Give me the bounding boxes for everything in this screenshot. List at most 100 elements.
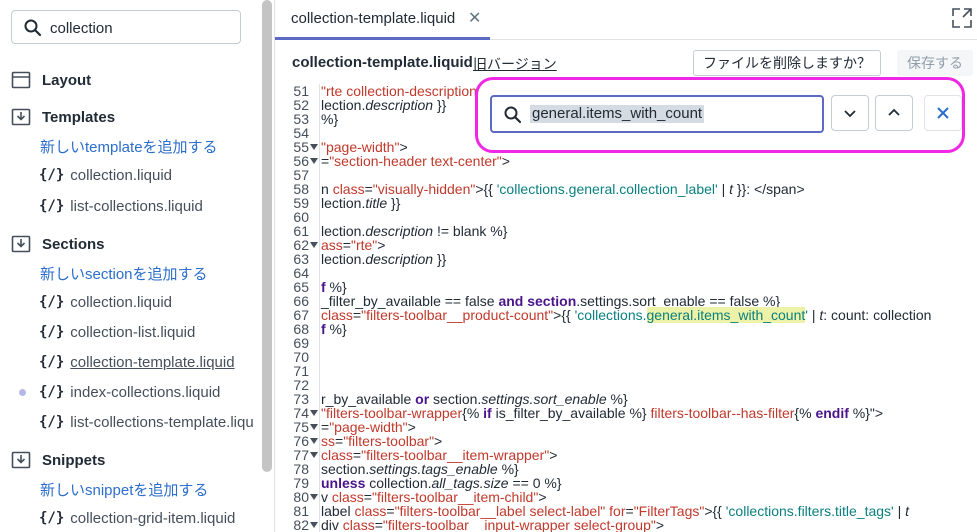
line-number: 82 bbox=[293, 517, 309, 532]
line-number: 54 bbox=[293, 125, 309, 141]
chevron-down-icon bbox=[844, 110, 856, 118]
close-find-button[interactable] bbox=[924, 95, 962, 131]
code-line[interactable]: 79 unless collection.all_tags.size == 0 %… bbox=[275, 476, 977, 490]
sidebar-scrollbar[interactable] bbox=[262, 0, 272, 472]
line-number: 74 bbox=[293, 405, 309, 421]
code-line[interactable]: 57 bbox=[275, 168, 977, 182]
fold-arrow-icon[interactable] bbox=[310, 424, 318, 430]
file-item[interactable]: {/} list-collections-template.liqu bbox=[39, 411, 254, 433]
liquid-file-icon: {/} bbox=[39, 414, 65, 430]
code-line[interactable]: 82 div class="filters-toolbar__input-wrap… bbox=[275, 518, 977, 532]
line-number: 57 bbox=[293, 167, 309, 183]
code-line[interactable]: 72 bbox=[275, 378, 977, 392]
find-previous-button[interactable] bbox=[875, 95, 913, 131]
code-line[interactable]: 65 f %} bbox=[275, 280, 977, 294]
section-snippets[interactable]: Snippets bbox=[11, 449, 105, 471]
code-text: "filters-toolbar-wrapper{% if is_filter_… bbox=[321, 405, 884, 421]
find-input-box[interactable]: general.items_with_count bbox=[490, 95, 824, 133]
code-line[interactable]: 63 lection.description }} bbox=[275, 252, 977, 266]
tab-label: collection-template.liquid bbox=[291, 10, 456, 27]
search-icon bbox=[24, 19, 42, 37]
add-snippet-link[interactable]: 新しいsnippetを追加する bbox=[40, 478, 208, 500]
find-query[interactable]: general.items_with_count bbox=[530, 105, 705, 123]
section-layout[interactable]: Layout bbox=[11, 69, 91, 91]
code-line[interactable]: 74 "filters-toolbar-wrapper{% if is_filte… bbox=[275, 406, 977, 420]
code-line[interactable]: 80 v class="filters-toolbar__item-child"> bbox=[275, 490, 977, 504]
close-tab-icon[interactable]: ✕ bbox=[468, 8, 481, 28]
code-line[interactable]: 62 ass="rte"> bbox=[275, 238, 977, 252]
fold-arrow-icon[interactable] bbox=[310, 452, 318, 458]
fold-arrow-icon[interactable] bbox=[310, 144, 318, 150]
chevron-up-icon bbox=[888, 108, 900, 116]
code-line[interactable]: 76 ss="filters-toolbar"> bbox=[275, 434, 977, 448]
code-text: ="section-header text-center"> bbox=[321, 153, 510, 169]
close-icon bbox=[937, 107, 949, 119]
old-version-link[interactable]: 旧バージョン bbox=[473, 54, 557, 74]
code-line[interactable]: 68 f %} bbox=[275, 322, 977, 336]
file-item[interactable]: {/} list-collections.liquid bbox=[39, 195, 203, 217]
code-line[interactable]: 67 class="filters-toolbar__product-count"… bbox=[275, 307, 977, 323]
code-text: ass="rte"> bbox=[321, 237, 386, 253]
code-line[interactable]: 61 lection.description != blank %} bbox=[275, 224, 977, 238]
code-line[interactable]: 71 bbox=[275, 364, 977, 378]
unsaved-indicator-dot bbox=[19, 389, 26, 396]
code-line[interactable]: 66 _filter_by_available == false and sect… bbox=[275, 294, 977, 308]
line-number: 56 bbox=[293, 153, 309, 169]
section-sections[interactable]: Sections bbox=[11, 233, 105, 255]
code-line[interactable]: 56 ="section-header text-center"> bbox=[275, 154, 977, 168]
line-number: 68 bbox=[293, 321, 309, 337]
expand-icon[interactable] bbox=[951, 7, 973, 29]
code-line[interactable]: 81 label class="filters-toolbar__label se… bbox=[275, 504, 977, 518]
code-text: "rte collection-description" bbox=[321, 84, 482, 99]
fold-arrow-icon[interactable] bbox=[310, 410, 318, 416]
code-text: lection.description != blank %} bbox=[321, 223, 508, 239]
section-title: Sections bbox=[42, 235, 105, 253]
code-text: class="filters-toolbar__item-wrapper"> bbox=[321, 447, 558, 463]
file-item[interactable]: {/} collection.liquid bbox=[39, 164, 172, 186]
fold-arrow-icon[interactable] bbox=[310, 158, 318, 164]
file-item[interactable]: {/} collection.liquid bbox=[39, 291, 172, 313]
line-number: 81 bbox=[293, 503, 309, 519]
save-button[interactable]: 保存する bbox=[897, 50, 973, 76]
file-item-active[interactable]: {/} collection-template.liquid bbox=[39, 351, 235, 373]
section-templates[interactable]: Templates bbox=[11, 106, 115, 128]
add-section-link[interactable]: 新しいsectionを追加する bbox=[40, 262, 208, 284]
liquid-file-icon: {/} bbox=[39, 198, 65, 214]
code-line[interactable]: 59 lection.title }} bbox=[275, 196, 977, 210]
line-number: 66 bbox=[293, 293, 309, 309]
fold-arrow-icon[interactable] bbox=[310, 522, 318, 528]
code-line[interactable]: 60 bbox=[275, 210, 977, 224]
file-search-box[interactable] bbox=[11, 10, 241, 44]
code-line[interactable]: 58 n class="visually-hidden">{{ 'collecti… bbox=[275, 182, 977, 196]
line-number: 67 bbox=[293, 307, 309, 323]
add-template-link[interactable]: 新しいtemplateを追加する bbox=[40, 135, 218, 157]
line-number: 52 bbox=[293, 97, 309, 113]
code-line[interactable]: 70 bbox=[275, 350, 977, 364]
code-text: lection.description }} bbox=[321, 97, 447, 113]
delete-file-button[interactable]: ファイルを削除しますか？ bbox=[693, 50, 881, 76]
code-line[interactable]: 78 section.settings.tags_enable %} bbox=[275, 462, 977, 476]
search-input[interactable] bbox=[50, 17, 230, 39]
fold-arrow-icon[interactable] bbox=[310, 494, 318, 500]
fold-arrow-icon[interactable] bbox=[310, 242, 318, 248]
find-next-button[interactable] bbox=[831, 95, 869, 131]
section-title: Templates bbox=[42, 108, 116, 126]
file-name: collection-template.liquid bbox=[292, 54, 473, 71]
code-line[interactable]: 77 class="filters-toolbar__item-wrapper"> bbox=[275, 448, 977, 462]
file-item[interactable]: {/} collection-list.liquid bbox=[39, 321, 195, 343]
code-text: r_by_available or section.settings.sort_… bbox=[321, 391, 628, 407]
line-number: 69 bbox=[293, 335, 309, 351]
code-text: lection.title }} bbox=[321, 195, 401, 211]
code-line[interactable]: 64 bbox=[275, 266, 977, 280]
file-item[interactable]: {/} collection-grid-item.liquid bbox=[39, 507, 235, 529]
code-line[interactable]: 73 r_by_available or section.settings.sor… bbox=[275, 392, 977, 406]
file-item[interactable]: {/} index-collections.liquid bbox=[39, 381, 220, 403]
fold-arrow-icon[interactable] bbox=[310, 438, 318, 444]
code-line[interactable]: 75 ="page-width"> bbox=[275, 420, 977, 434]
code-text: %} bbox=[321, 111, 339, 127]
code-text: f %} bbox=[321, 279, 347, 295]
code-line[interactable]: 69 bbox=[275, 336, 977, 350]
editor-tab[interactable]: collection-template.liquid ✕ bbox=[275, 0, 490, 40]
code-text: section.settings.tags_enable %} bbox=[321, 461, 519, 477]
code-text: v class="filters-toolbar__item-child"> bbox=[321, 489, 547, 505]
